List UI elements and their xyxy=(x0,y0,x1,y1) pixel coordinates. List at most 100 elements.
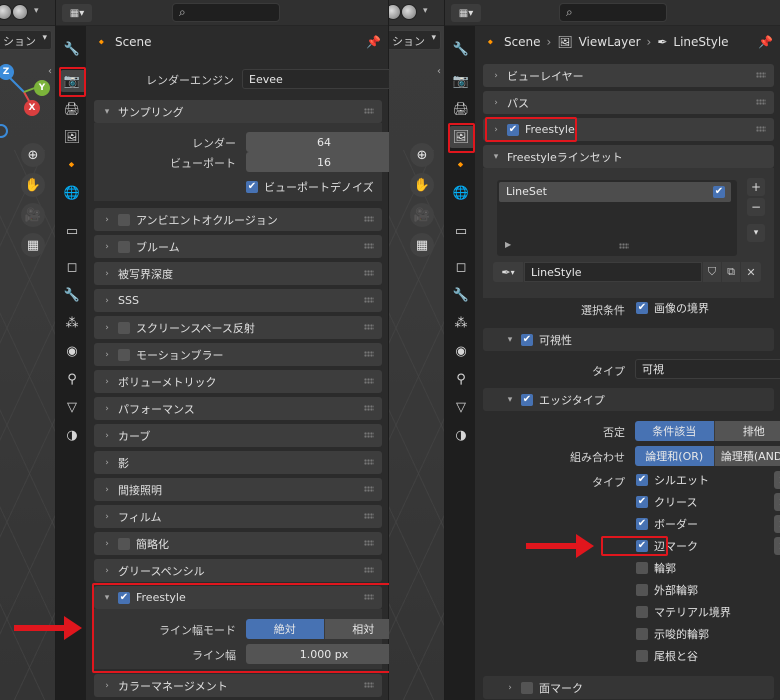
passes-panel-header[interactable]: › パス xyxy=(483,91,774,114)
unlink-close-icon[interactable]: ✕ xyxy=(741,262,761,282)
drag-grip-icon[interactable] xyxy=(364,540,374,546)
edge-type-checkbox[interactable]: ✔ 辺マーク xyxy=(636,537,698,555)
edge-type-checkbox[interactable]: ✔ クリース xyxy=(636,493,697,511)
render-panel-header[interactable]: › スクリーンスペース反射 xyxy=(94,316,382,339)
drag-grip-icon[interactable] xyxy=(364,513,374,519)
tool-tab-icon[interactable]: 🔧 xyxy=(449,38,473,60)
chevron-down-icon[interactable]: ▾ xyxy=(423,6,428,16)
edge-type-checkbox[interactable]: 輪郭 xyxy=(636,559,676,577)
drag-grip-icon[interactable] xyxy=(364,216,374,222)
linestyle-browse-button[interactable]: ✒ ▾ xyxy=(493,262,523,282)
edge-type-checkbox[interactable]: 示唆的輪郭 xyxy=(636,625,709,643)
drag-grip-icon[interactable] xyxy=(364,270,374,276)
render-panel-header[interactable]: › 簡略化 xyxy=(94,532,382,555)
constraints-tab-icon[interactable]: ⚲ xyxy=(449,368,473,390)
lineset-list-item[interactable]: LineSet ✔ xyxy=(499,182,731,202)
search-input[interactable]: ⌕ xyxy=(172,3,280,22)
edge-type-checkbox[interactable]: ✔ ボーダー xyxy=(636,515,698,533)
visibility-checkbox[interactable]: ✔ xyxy=(521,333,533,346)
material-tab-icon[interactable]: ◑ xyxy=(449,424,473,446)
drag-grip-icon[interactable] xyxy=(364,324,374,330)
panel-enable-checkbox[interactable] xyxy=(118,321,130,334)
drag-grip-icon[interactable] xyxy=(364,351,374,357)
grid-ortho-icon[interactable]: ▦ xyxy=(21,233,45,257)
panel-enable-checkbox[interactable] xyxy=(118,348,130,361)
lineset-panel-header[interactable]: ▾ Freestyleラインセット xyxy=(483,145,774,168)
drag-grip-icon[interactable] xyxy=(756,99,766,105)
drag-grip-icon[interactable] xyxy=(364,378,374,384)
line-width-mode-toggle[interactable]: 絶対 相対 xyxy=(246,619,402,639)
interaction-mode-dropdown[interactable]: ション ▾ xyxy=(389,30,441,50)
combination-or-option[interactable]: 論理和(OR) xyxy=(635,446,715,466)
pin-icon[interactable]: 📌 xyxy=(366,35,381,49)
drag-grip-icon[interactable] xyxy=(364,594,374,600)
shading-material-icon[interactable] xyxy=(12,4,28,20)
face-marks-checkbox[interactable] xyxy=(521,681,533,694)
combination-toggle[interactable]: 論理和(OR) 論理積(AND) xyxy=(635,446,780,466)
gizmo-x-axis[interactable]: X xyxy=(24,100,40,116)
hand-pan-icon[interactable]: ✋ xyxy=(21,173,45,197)
remove-lineset-button[interactable]: − xyxy=(747,198,765,216)
data-tab-icon[interactable]: ▽ xyxy=(60,396,84,418)
particles-tab-icon[interactable]: ⁂ xyxy=(449,312,473,334)
render-panel-header[interactable]: › モーションブラー xyxy=(94,343,382,366)
viewport-denoise-checkbox[interactable]: ✔ ビューポートデノイズ xyxy=(246,178,374,196)
collection-tab-icon[interactable]: ▭ xyxy=(449,220,473,242)
panel-enable-checkbox[interactable] xyxy=(118,213,130,226)
world-tab-icon[interactable]: 🌐 xyxy=(449,182,473,204)
object-tab-icon[interactable]: ◻ xyxy=(449,256,473,278)
render-panel-header[interactable]: › グリースペンシル xyxy=(94,559,382,582)
physics-tab-icon[interactable]: ◉ xyxy=(449,340,473,362)
pin-icon[interactable]: 📌 xyxy=(758,35,773,49)
zoom-icon[interactable]: ⊕ xyxy=(21,143,45,167)
render-panel-header[interactable]: › 間接照明 xyxy=(94,478,382,501)
scene-tab-icon[interactable]: 🔸 xyxy=(60,154,84,176)
scene-tab-icon[interactable]: 🔸 xyxy=(449,154,473,176)
edge-type-exclude-button[interactable]: ✕ xyxy=(774,493,780,511)
gizmo-neg-axis[interactable] xyxy=(0,124,8,138)
edge-type-exclude-button[interactable]: ✕ xyxy=(774,515,780,533)
edge-type-checkbox[interactable]: ✔ シルエット xyxy=(636,471,709,489)
face-marks-panel-header[interactable]: › 面マーク xyxy=(483,676,774,699)
editor-type-button[interactable]: ▦▾ xyxy=(62,4,92,22)
output-tab-icon[interactable]: 🖨 xyxy=(60,98,84,120)
render-panel-header[interactable]: › SSS xyxy=(94,289,382,312)
render-panel-header[interactable]: › アンビエントオクルージョン xyxy=(94,208,382,231)
object-tab-icon[interactable]: ◻ xyxy=(60,256,84,278)
middle-viewport[interactable]: ▾ ション ▾ ‹ ⊕ ✋ 🎥 ▦ xyxy=(389,0,444,700)
negation-inclusive-option[interactable]: 条件該当 xyxy=(635,421,715,441)
duplicate-icon[interactable]: ⧉ xyxy=(722,262,740,282)
list-resize-grip-icon[interactable] xyxy=(619,243,629,249)
drag-grip-icon[interactable] xyxy=(364,486,374,492)
hand-pan-icon[interactable]: ✋ xyxy=(410,173,434,197)
editor-type-button[interactable]: ▦▾ xyxy=(451,4,481,22)
visibility-type-dropdown[interactable]: 可視 ▾ xyxy=(635,359,780,379)
edge-type-checkbox[interactable]: 尾根と谷 xyxy=(636,647,698,665)
render-panel-header[interactable]: › ブルーム xyxy=(94,235,382,258)
edge-type-exclude-button[interactable]: ✕ xyxy=(774,537,780,555)
negation-exclusive-option[interactable]: 排他 xyxy=(714,421,780,441)
line-width-field[interactable]: 1.000 px xyxy=(246,644,402,664)
lineset-item-checkbox[interactable]: ✔ xyxy=(713,186,725,198)
drag-grip-icon[interactable] xyxy=(364,297,374,303)
list-expand-icon[interactable]: ▶ xyxy=(505,240,511,249)
collection-tab-icon[interactable]: ▭ xyxy=(60,220,84,242)
render-samples-field[interactable]: 64 xyxy=(246,132,402,152)
freestyle-enable-checkbox[interactable]: ✔ xyxy=(118,591,130,604)
render-panel-header[interactable]: › パフォーマンス xyxy=(94,397,382,420)
drag-grip-icon[interactable] xyxy=(364,682,374,688)
view-layer-tab-icon[interactable]: 🖼 xyxy=(449,126,473,148)
render-panel-header[interactable]: › フィルム xyxy=(94,505,382,528)
lineset-menu-button[interactable]: ▾ xyxy=(747,224,765,242)
line-width-absolute-option[interactable]: 絶対 xyxy=(246,619,325,639)
freestyle-layer-panel-header[interactable]: › ✔ Freestyle xyxy=(483,118,774,141)
combination-and-option[interactable]: 論理積(AND) xyxy=(714,446,780,466)
drag-grip-icon[interactable] xyxy=(364,108,374,114)
collapse-arrow-icon[interactable]: ‹ xyxy=(437,66,441,77)
drag-grip-icon[interactable] xyxy=(756,126,766,132)
gizmo-y-axis[interactable]: Y xyxy=(34,80,50,96)
freestyle-panel-header[interactable]: ▾ ✔ Freestyle xyxy=(94,586,382,609)
world-tab-icon[interactable]: 🌐 xyxy=(60,182,84,204)
drag-grip-icon[interactable] xyxy=(364,405,374,411)
edge-type-exclude-button[interactable]: ✕ xyxy=(774,471,780,489)
